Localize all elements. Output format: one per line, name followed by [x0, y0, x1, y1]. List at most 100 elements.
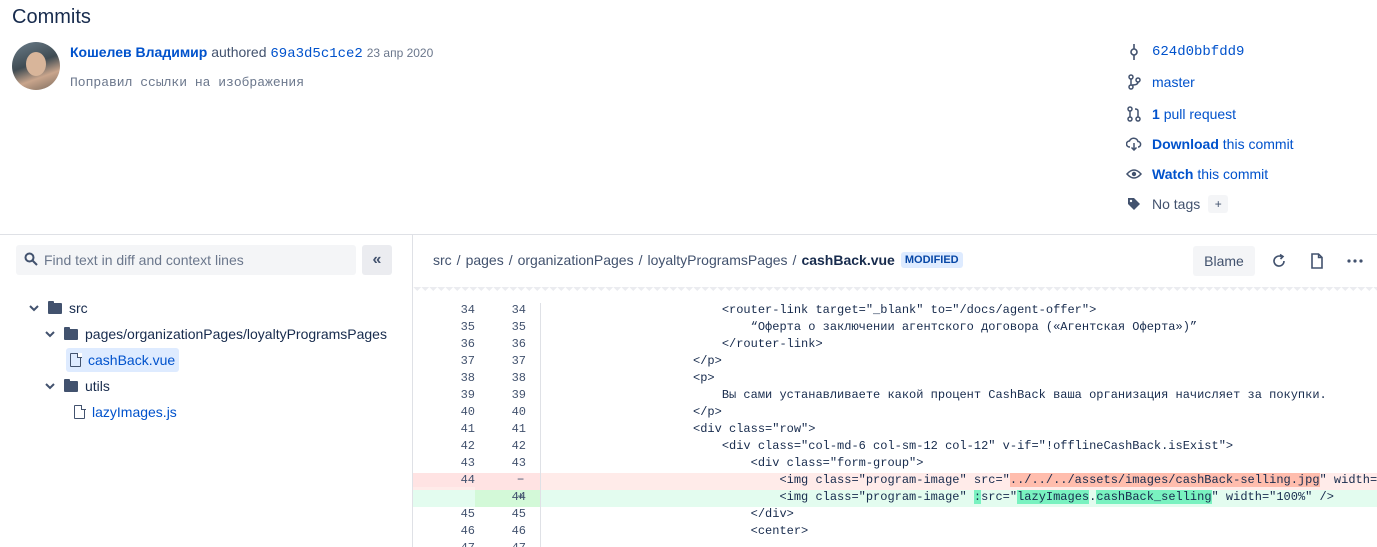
diff-code: </div> — [549, 507, 794, 521]
added-highlight: : — [973, 490, 982, 504]
tree-file-label[interactable]: lazyImages.js — [92, 404, 177, 420]
author-link[interactable]: Кошелев Владимир — [70, 44, 207, 60]
diff-line: 46 46 <center> — [413, 524, 1377, 541]
avatar[interactable] — [12, 42, 60, 90]
new-line-number: 46 — [475, 524, 541, 541]
diff-code: </p> — [549, 354, 722, 368]
diff-line: 36 36 </router-link> — [413, 337, 1377, 354]
diff-line: 39 39 Вы сами устанавливаете какой процен… — [413, 388, 1377, 405]
folder-icon — [64, 378, 78, 392]
parent-hash-link[interactable]: 624d0bbfdd9 — [1152, 44, 1244, 60]
collapse-sidebar-button[interactable]: « — [362, 245, 392, 275]
diff-line: 38 38 <p> — [413, 371, 1377, 388]
more-actions-icon[interactable] — [1344, 250, 1366, 272]
diff-code: <div class="form-group"> — [549, 456, 924, 470]
new-line-number: 34 — [475, 303, 541, 320]
commit-message: Поправил ссылки на изображения — [70, 75, 305, 90]
new-line-number: 37 — [475, 354, 541, 371]
chevron-down-icon[interactable] — [44, 330, 56, 338]
blame-button[interactable]: Blame — [1193, 246, 1255, 276]
new-line-number: 39 — [475, 388, 541, 405]
crumb[interactable]: loyaltyProgramsPages — [647, 252, 787, 268]
diff-code: <p> — [549, 371, 715, 385]
download-row[interactable]: Download this commit — [1126, 134, 1294, 154]
old-line-number: 46 — [460, 524, 475, 538]
commit-hash-link[interactable]: 69a3d5c1ce2 — [270, 46, 362, 62]
diff-line: 4747 — [413, 541, 1377, 547]
diff-code: <router-link target="_blank" to="/docs/a… — [549, 303, 1097, 317]
eye-icon — [1126, 166, 1142, 182]
add-tag-button[interactable]: + — [1208, 195, 1229, 213]
diff-line: 34 34 <router-link target="_blank" to="/d… — [413, 303, 1377, 320]
commit-icon — [1126, 44, 1142, 60]
diff-code: <img class="program-image" src="../../..… — [549, 473, 1377, 487]
watch-rest[interactable]: this commit — [1197, 166, 1268, 182]
refresh-icon[interactable] — [1268, 250, 1290, 272]
tree-folder-src[interactable]: src — [28, 296, 88, 320]
crumb-separator: / — [638, 252, 643, 268]
tree-file-lazyimages[interactable]: lazyImages.js — [74, 400, 177, 424]
page-title: Commits — [12, 6, 91, 28]
old-line-number: 40 — [460, 405, 475, 419]
branch-icon — [1126, 74, 1142, 90]
diff-line-added: 44 + <img class="program-image" :src="laz… — [413, 490, 1377, 507]
diff-search[interactable] — [16, 245, 356, 275]
tags-label: No tags — [1152, 196, 1201, 212]
tree-file-label[interactable]: cashBack.vue — [88, 352, 175, 368]
crumb[interactable]: pages — [466, 252, 504, 268]
tree-folder-label[interactable]: src — [69, 300, 88, 316]
pull-request-label[interactable]: pull request — [1164, 106, 1236, 122]
authored-label: authored — [211, 44, 267, 60]
tree-file-cashback[interactable]: cashBack.vue — [66, 348, 180, 372]
download-rest[interactable]: this commit — [1223, 136, 1294, 152]
view-file-icon[interactable] — [1306, 250, 1328, 272]
branch-link[interactable]: master — [1152, 74, 1195, 90]
added-highlight: lazyImages — [1017, 490, 1090, 504]
cloud-download-icon — [1126, 136, 1142, 152]
search-icon — [24, 252, 38, 269]
chevron-down-icon[interactable] — [28, 304, 40, 312]
diff-code: </p> — [549, 405, 722, 419]
new-line-number: 44 — [475, 490, 541, 507]
branch-row[interactable]: master — [1126, 72, 1195, 92]
watch-link[interactable]: Watch — [1152, 166, 1193, 182]
old-line-number: 36 — [460, 337, 475, 351]
tree-folder-pages[interactable]: pages/organizationPages/loyaltyProgramsP… — [44, 322, 387, 346]
new-line-number — [475, 473, 541, 490]
tree-folder-label[interactable]: pages/organizationPages/loyaltyProgramsP… — [85, 326, 387, 342]
file-icon — [74, 404, 86, 419]
crumb[interactable]: organizationPages — [518, 252, 634, 268]
download-link[interactable]: Download — [1152, 136, 1219, 152]
parent-commit-row[interactable]: 624d0bbfdd9 — [1126, 42, 1244, 62]
diff-code: <div class="row"> — [549, 422, 816, 436]
commit-date: 23 апр 2020 — [366, 46, 434, 60]
old-line-number: 37 — [460, 354, 475, 368]
old-line-number: 38 — [460, 371, 475, 385]
folder-icon — [64, 326, 78, 340]
watch-row[interactable]: Watch this commit — [1126, 164, 1268, 184]
diff-line-removed: 44 − <img class="program-image" src="../.… — [413, 473, 1377, 490]
diff-view: 34 34 <router-link target="_blank" to="/d… — [413, 303, 1377, 547]
old-line-number: 42 — [460, 439, 475, 453]
pull-request-row[interactable]: 1 pull request — [1126, 104, 1236, 124]
tree-file-selected[interactable]: cashBack.vue — [66, 348, 180, 372]
status-badge: MODIFIED — [900, 252, 963, 268]
tree-folder-utils[interactable]: utils — [44, 374, 110, 398]
diff-code: </router-link> — [549, 337, 823, 351]
current-file-name: cashBack.vue — [801, 252, 895, 268]
diff-search-input[interactable] — [44, 252, 344, 268]
diff-code: Вы сами устанавливаете какой процент Cas… — [549, 388, 1327, 402]
diff-line: 41 41 <div class="row"> — [413, 422, 1377, 439]
file-breadcrumb: src / pages / organizationPages / loyaltyPr… — [433, 252, 963, 268]
tree-folder-label[interactable]: utils — [85, 378, 110, 394]
new-line-number: 35 — [475, 320, 541, 337]
removed-highlight: ../../../assets/images/cashBack-selling.… — [1009, 473, 1320, 487]
file-icon — [70, 352, 82, 367]
crumb[interactable]: src — [433, 252, 452, 268]
diff-line: 43 43 <div class="form-group"> — [413, 456, 1377, 473]
old-line-number: 43 — [460, 456, 475, 470]
removed-marker: − — [517, 473, 525, 487]
pull-request-count[interactable]: 1 — [1152, 106, 1160, 122]
crumb-separator: / — [792, 252, 797, 268]
chevron-down-icon[interactable] — [44, 382, 56, 390]
